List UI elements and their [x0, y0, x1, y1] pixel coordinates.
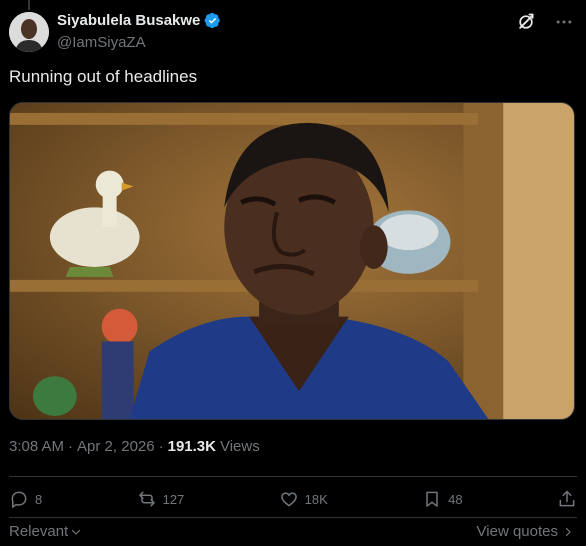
- media-illustration: [10, 103, 574, 419]
- action-bar: 8 127 18K 48: [9, 484, 577, 514]
- reply-count: 8: [35, 491, 43, 507]
- tweet-text: Running out of headlines: [9, 67, 198, 86]
- sort-replies-dropdown[interactable]: Relevant: [9, 523, 82, 540]
- share-button[interactable]: [557, 489, 577, 509]
- tweet-media-image[interactable]: [9, 102, 575, 420]
- meta-separator: ·: [158, 438, 164, 455]
- reply-icon: [11, 491, 27, 509]
- repost-button[interactable]: 127: [137, 489, 185, 509]
- tweet-meta: 3:08 AM · Apr 2, 2026 · 191.3K Views: [9, 438, 260, 455]
- bookmark-icon: [426, 491, 438, 507]
- repost-count: 127: [162, 491, 185, 507]
- view-quotes-link[interactable]: View quotes: [477, 523, 574, 540]
- repost-icon: [138, 491, 155, 507]
- thread-line: [28, 0, 30, 10]
- like-button[interactable]: 18K: [279, 489, 328, 509]
- bookmark-button[interactable]: 48: [422, 489, 463, 509]
- sort-label: Relevant: [9, 523, 69, 540]
- meta-separator: ·: [68, 438, 74, 455]
- chevron-down-icon: [72, 529, 81, 535]
- grok-icon[interactable]: [516, 12, 536, 32]
- bookmark-count: 48: [448, 491, 463, 507]
- like-count: 18K: [304, 491, 328, 507]
- views-count: 191.3K: [167, 438, 216, 455]
- share-icon: [559, 490, 575, 507]
- author-name-row: Siyabulela Busakwe: [57, 12, 221, 29]
- author-name[interactable]: Siyabulela Busakwe: [57, 12, 200, 29]
- verified-badge-icon[interactable]: [204, 12, 221, 29]
- reply-button[interactable]: 8: [9, 489, 42, 509]
- avatar[interactable]: [9, 12, 49, 52]
- views-label: Views: [219, 438, 260, 455]
- post-date[interactable]: Apr 2, 2026: [77, 438, 155, 455]
- avatar-image: [9, 12, 49, 52]
- divider-top: [9, 476, 577, 477]
- author-handle[interactable]: @IamSiyaZA: [57, 34, 146, 51]
- view-quotes-label: View quotes: [476, 523, 558, 540]
- top-right-actions: [516, 12, 574, 32]
- divider-bottom: [9, 517, 577, 518]
- like-icon: [280, 492, 297, 507]
- more-icon[interactable]: [554, 12, 574, 32]
- post-time[interactable]: 3:08 AM: [9, 438, 64, 455]
- chevron-right-icon: [565, 527, 571, 536]
